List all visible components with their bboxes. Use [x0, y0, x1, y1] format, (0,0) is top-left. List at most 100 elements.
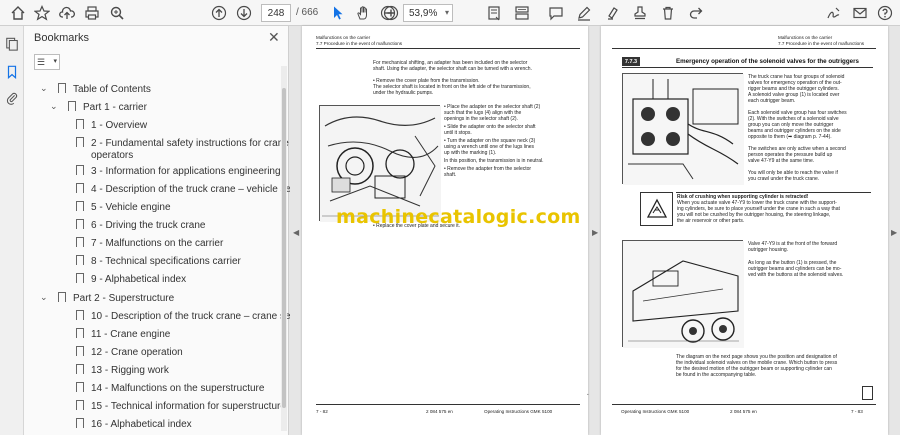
body-text: under the hydraulic pumps.	[373, 90, 434, 96]
bookmark-item[interactable]: 9 - Alphabetical index	[76, 273, 187, 286]
bookmark-item[interactable]: 2 - Fundamental safety instructions for …	[76, 137, 289, 150]
bookmark-item[interactable]: 8 - Technical specifications carrier	[76, 255, 241, 268]
warning-text: the air reservoir or other parts.	[677, 218, 745, 224]
bookmark-icon	[76, 418, 84, 431]
next-page-arrow-mid[interactable]: ▶	[592, 228, 598, 237]
list-options-icon: ☰	[37, 56, 46, 67]
attachment-icon[interactable]	[4, 90, 20, 106]
bookmark-root[interactable]: ⌄ Table of Contents	[40, 83, 151, 96]
bookmarks-panel: Bookmarks ✕ ☰ ▾ ⌄ Table of Contents ⌄ Part…	[24, 26, 312, 435]
bookmark-item[interactable]: 11 - Crane engine	[76, 328, 170, 341]
bookmark-icon	[76, 219, 84, 232]
bookmark-item[interactable]: 16 - Alphabetical index	[76, 418, 192, 431]
zoom-search-icon[interactable]	[107, 3, 127, 23]
step-text: • Remove the adapter from the selector	[444, 166, 532, 172]
bookmark-item[interactable]: 13 - Rigging work	[76, 364, 169, 377]
bookmark-star-icon[interactable]	[32, 3, 52, 23]
crane-figure	[622, 240, 744, 348]
bookmark-item-continued[interactable]: operators	[91, 150, 133, 161]
bookmark-item[interactable]: 4 - Description of the truck crane – veh…	[76, 183, 313, 196]
next-page-arrow[interactable]: ▶	[891, 228, 897, 237]
redo-icon[interactable]	[686, 3, 706, 23]
bookmark-item[interactable]: 3 - Information for applications enginee…	[76, 165, 281, 178]
pages-thumbnail-icon[interactable]	[4, 36, 20, 52]
help-icon[interactable]	[875, 3, 895, 23]
panel-title: Bookmarks	[34, 32, 90, 44]
footer-doc-number: 2 084 575 en	[426, 409, 453, 414]
bookmark-item[interactable]: 15 - Technical information for superstru…	[76, 400, 286, 413]
bookmark-item[interactable]: 10 - Description of the truck crane – cr…	[76, 310, 312, 323]
warning-symbol	[640, 192, 673, 226]
bookmark-label: 9 - Alphabetical index	[91, 274, 187, 285]
page-number-input[interactable]: 248	[261, 4, 291, 22]
bookmark-icon	[76, 119, 84, 132]
page-down-icon[interactable]	[234, 3, 254, 23]
footer-doc-number: 2 084 575 en	[730, 409, 757, 414]
step-text: until it stops.	[444, 130, 472, 136]
prev-page-arrow[interactable]: ◀	[293, 228, 299, 237]
upload-icon[interactable]	[57, 3, 77, 23]
section-number: 7.7.3	[622, 57, 640, 66]
hand-icon[interactable]	[353, 3, 373, 23]
close-icon[interactable]: ✕	[268, 29, 280, 46]
fit-page-icon[interactable]	[484, 3, 504, 23]
bookmark-label: 4 - Description of the truck crane – veh…	[91, 184, 313, 195]
chevron-down-icon[interactable]: ⌄	[50, 101, 58, 112]
bookmark-item[interactable]: 7 - Malfunctions on the carrier	[76, 237, 224, 250]
chevron-down-icon: ▾	[53, 58, 57, 65]
bookmark-icon	[76, 237, 84, 250]
bookmark-part1[interactable]: ⌄ Part 1 - carrier	[50, 101, 147, 114]
chevron-down-icon[interactable]: ⌄	[40, 83, 48, 94]
footer-page-number: 7 - 82	[316, 409, 328, 414]
transmission-drawing	[320, 106, 441, 222]
bookmark-item[interactable]: 12 - Crane operation	[76, 346, 183, 359]
body-text: ved with the buttons at the solenoid val…	[748, 272, 844, 278]
zoom-in-icon-main[interactable]	[381, 3, 401, 23]
page-header-subtitle: 7.7 Procedure in the event of malfunctio…	[778, 41, 865, 46]
bookmark-item[interactable]: 6 - Driving the truck crane	[76, 219, 206, 232]
email-icon[interactable]	[850, 3, 870, 23]
notepad-icon	[862, 386, 873, 400]
bookmark-label: 15 - Technical information for superstru…	[91, 401, 286, 412]
bookmark-label: Part 2 - Superstructure	[73, 293, 175, 304]
highlighter-icon[interactable]	[602, 3, 622, 23]
page-total: / 666	[296, 7, 319, 18]
body-text: opposite to them (➡ diagram p. 7-44).	[748, 134, 832, 140]
body-text: be found in the accompanying table.	[676, 372, 757, 378]
bookmark-item[interactable]: 14 - Malfunctions on the superstructure	[76, 382, 264, 395]
bookmark-item[interactable]: 1 - Overview	[76, 119, 148, 132]
bookmark-icon	[76, 273, 84, 286]
bookmark-label: 7 - Malfunctions on the carrier	[91, 238, 224, 249]
chevron-down-icon[interactable]: ⌄	[40, 292, 48, 303]
delete-icon[interactable]	[658, 3, 678, 23]
bookmarks-panel-icon[interactable]	[4, 64, 20, 80]
bookmark-icon	[76, 382, 84, 395]
step-text: In this position, the transmission is in…	[444, 158, 544, 164]
bookmark-label: 1 - Overview	[91, 120, 148, 131]
scroll-mode-icon[interactable]	[512, 3, 532, 23]
bookmark-icon	[76, 255, 84, 268]
bookmark-icon	[76, 137, 84, 150]
left-rail	[0, 26, 24, 435]
bookmark-icon	[76, 346, 84, 359]
bookmark-icon	[68, 101, 76, 114]
sign-icon[interactable]	[824, 3, 844, 23]
select-cursor-icon[interactable]	[328, 3, 348, 23]
bookmark-part2[interactable]: ⌄ Part 2 - Superstructure	[40, 292, 175, 305]
bookmark-label: Part 1 - carrier	[83, 102, 147, 113]
body-text: outrigger housing.	[748, 247, 789, 253]
bookmark-label: 12 - Crane operation	[91, 347, 183, 358]
step-text: up with the marking (1).	[444, 150, 497, 156]
pen-icon[interactable]	[574, 3, 594, 23]
stamp-icon[interactable]	[630, 3, 650, 23]
home-icon[interactable]	[8, 3, 28, 23]
bookmarks-scroll-thumb[interactable]	[282, 88, 286, 408]
bookmark-item[interactable]: 5 - Vehicle engine	[76, 201, 171, 214]
zoom-level-select[interactable]: 53,9% ▾	[403, 4, 453, 22]
comment-icon[interactable]	[546, 3, 566, 23]
page-up-icon[interactable]	[209, 3, 229, 23]
bookmark-options-button[interactable]: ☰ ▾	[34, 54, 60, 70]
print-icon[interactable]	[82, 3, 102, 23]
bookmark-label: Table of Contents	[73, 84, 151, 95]
watermark-text: machinecatalogic.com	[336, 206, 581, 228]
